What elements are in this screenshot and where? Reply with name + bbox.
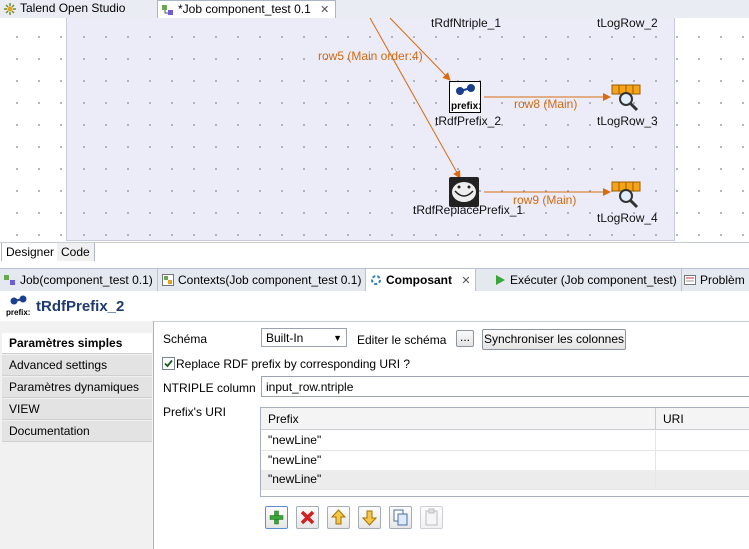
move-up-icon	[330, 509, 347, 525]
cell-prefix[interactable]: "newLine"	[261, 451, 656, 470]
sync-columns-button-label: Synchroniser les colonnes	[483, 332, 625, 346]
component-header: prefix: tRdfPrefix_2	[0, 291, 749, 322]
problems-icon	[684, 275, 696, 285]
tab-label: Problèm	[700, 273, 745, 287]
add-row-button[interactable]	[265, 506, 288, 529]
node-label-tlogrow3: tLogRow_3	[597, 114, 658, 128]
tab-executer[interactable]: Exécuter (Job component_test)	[490, 269, 682, 291]
node-label-trdfreplaceprefix: tRdfReplacePrefix_1	[413, 203, 524, 217]
link-label-row5[interactable]: row5 (Main order:4)	[318, 49, 423, 63]
tab-label: Composant	[386, 273, 452, 287]
svg-text:prefix:: prefix:	[451, 101, 480, 112]
node-label-trdfprefix: tRdfPrefix_2	[435, 114, 502, 128]
rdf-prefix-icon: prefix:	[451, 84, 482, 112]
prefix-uri-table[interactable]: Prefix URI "newLine" "newLine" "newLine"	[260, 407, 749, 497]
cell-prefix[interactable]: "newLine"	[261, 431, 656, 450]
ntriple-column-value: input_row.ntriple	[266, 380, 354, 394]
tab-composant[interactable]: Composant ✕	[366, 269, 476, 291]
node-label-tlogrow4: tLogRow_4	[597, 211, 658, 225]
delete-row-button[interactable]	[296, 506, 319, 529]
tab-label: Exécuter (Job component_test)	[510, 273, 677, 287]
node-label-trdfntriple: tRdfNtriple_1	[431, 16, 502, 30]
paste-button[interactable]	[420, 506, 443, 529]
tab-code[interactable]: Code	[57, 243, 95, 261]
move-down-button[interactable]	[358, 506, 381, 529]
component-title: tRdfPrefix_2	[36, 298, 125, 315]
designer-code-tabs: Designer Code	[0, 242, 749, 262]
sync-columns-button[interactable]: Synchroniser les colonnes	[482, 329, 626, 350]
menu-item-documentation[interactable]: Documentation	[2, 421, 152, 442]
menu-item-label: Paramètres simples	[9, 336, 123, 350]
checkmark-icon	[164, 359, 173, 368]
edit-schema-button[interactable]: ...	[456, 330, 474, 347]
schema-select[interactable]: Built-In ▼	[261, 328, 347, 347]
node-tlogrow3[interactable]	[611, 83, 641, 113]
link-label-row8[interactable]: row8 (Main)	[514, 97, 577, 111]
menu-item-advanced-settings[interactable]: Advanced settings	[2, 355, 152, 376]
column-header-uri[interactable]: URI	[656, 408, 749, 430]
cell-uri[interactable]	[656, 451, 749, 470]
column-header-label: URI	[663, 412, 684, 426]
tab-code-label: Code	[61, 245, 90, 259]
ntriple-column-field[interactable]: input_row.ntriple	[261, 376, 749, 397]
replace-prefix-label: Replace RDF prefix by corresponding URI …	[176, 357, 411, 371]
add-icon	[269, 510, 284, 525]
table-row[interactable]: "newLine"	[261, 431, 749, 451]
chevron-down-icon: ▼	[333, 333, 342, 343]
menu-item-label: Advanced settings	[9, 358, 108, 372]
paste-icon	[425, 508, 438, 526]
job-icon	[4, 275, 15, 285]
copy-icon	[393, 509, 408, 526]
menu-item-label: VIEW	[9, 402, 40, 416]
menu-item-parametres-dynamiques[interactable]: Paramètres dynamiques	[2, 377, 152, 398]
table-row[interactable]: "newLine"	[261, 470, 749, 490]
logrow-magnifier-icon	[611, 84, 641, 112]
prefix-uri-label: Prefix's URI	[163, 405, 226, 419]
move-up-button[interactable]	[327, 506, 350, 529]
cell-prefix[interactable]: "newLine"	[261, 470, 656, 489]
schema-select-value: Built-In	[266, 331, 304, 345]
node-label-tlogrow2: tLogRow_2	[597, 16, 658, 30]
rdf-prefix-icon: prefix:	[6, 295, 30, 317]
node-trdfprefix[interactable]: prefix:	[449, 81, 482, 113]
column-header-label: Prefix	[268, 412, 299, 426]
edit-schema-button-label: ...	[459, 330, 470, 344]
schema-label: Schéma	[163, 332, 208, 346]
tab-designer-label: Designer	[6, 245, 55, 259]
delete-icon	[300, 510, 315, 525]
tab-problems[interactable]: Problèm	[680, 269, 749, 291]
link-row5-b[interactable]	[369, 17, 461, 179]
close-tab-icon[interactable]: ✕	[461, 270, 470, 292]
menu-item-view[interactable]: VIEW	[2, 399, 152, 420]
copy-button[interactable]	[389, 506, 412, 529]
contexts-icon	[162, 274, 174, 286]
tab-contexts[interactable]: Contexts(Job component_test 0.1)	[158, 269, 367, 291]
tab-job-view[interactable]: Job(component_test 0.1)	[0, 269, 158, 291]
menu-item-label: Documentation	[9, 424, 90, 438]
run-icon	[496, 275, 505, 285]
logrow-magnifier-icon	[611, 181, 641, 209]
component-icon	[371, 275, 381, 285]
edit-schema-label: Editer le schéma	[357, 333, 447, 347]
settings-side-menu: Paramètres simples Advanced settings Par…	[0, 321, 154, 549]
menu-item-parametres-simples[interactable]: Paramètres simples	[2, 333, 152, 354]
views-tab-bar: Job(component_test 0.1) Contexts(Job com…	[0, 268, 749, 292]
svg-text:prefix:: prefix:	[6, 308, 30, 317]
cell-uri[interactable]	[656, 431, 749, 450]
column-header-prefix[interactable]: Prefix	[261, 408, 656, 430]
menu-item-label: Paramètres dynamiques	[9, 380, 140, 394]
replace-prefix-checkbox[interactable]	[162, 357, 175, 370]
tab-designer[interactable]: Designer	[1, 243, 60, 261]
tab-label: Job(component_test 0.1)	[20, 273, 153, 287]
table-row[interactable]: "newLine"	[261, 451, 749, 471]
node-tlogrow4[interactable]	[611, 180, 641, 210]
tab-label: Contexts(Job component_test 0.1)	[178, 273, 362, 287]
cell-uri[interactable]	[656, 470, 749, 489]
move-down-icon	[361, 510, 378, 526]
ntriple-column-label: NTRIPLE column	[163, 381, 256, 395]
